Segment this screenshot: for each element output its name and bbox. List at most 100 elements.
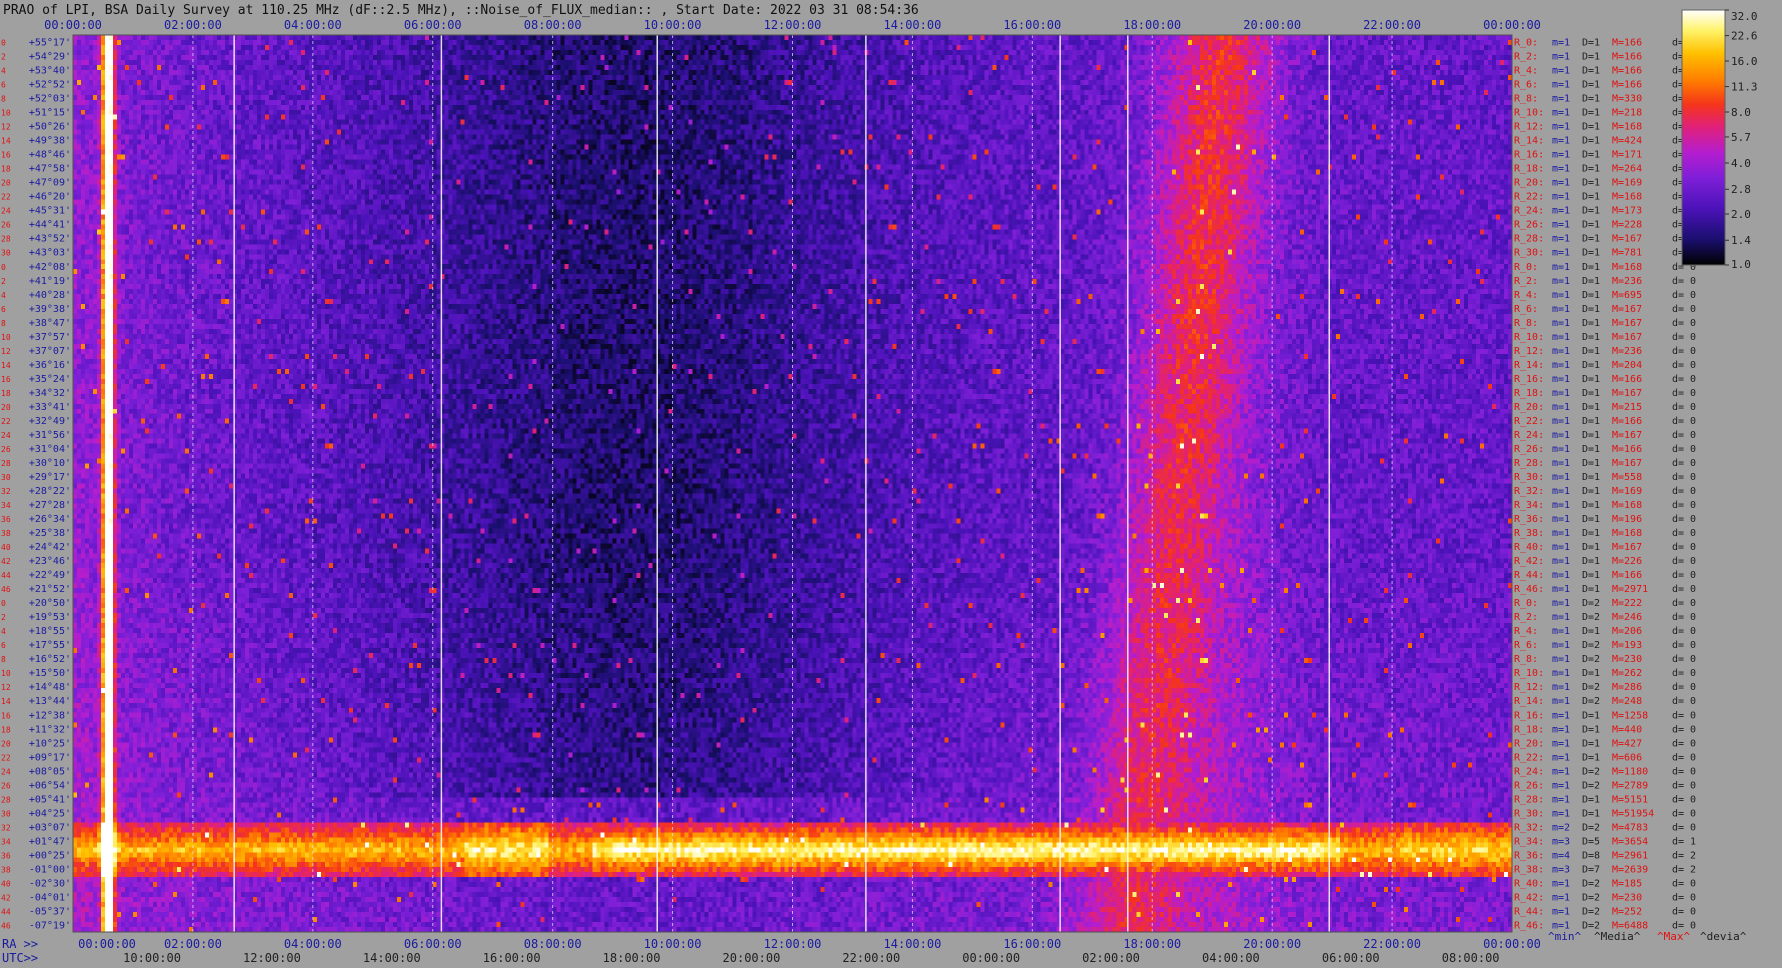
stats-legend: ^min^ ^Media^ ^Max^ ^devia^ bbox=[1548, 930, 1747, 943]
colorbar-tick-label: 11.3 bbox=[1731, 81, 1758, 94]
stat-min: m=1 bbox=[1552, 612, 1570, 623]
stat-min: m=1 bbox=[1552, 500, 1570, 511]
stat-median: D=1 bbox=[1582, 500, 1600, 511]
stat-devia: d= 0 bbox=[1672, 906, 1696, 917]
row-index-label: 6 bbox=[1, 81, 6, 90]
stat-max: M=1258 bbox=[1612, 710, 1648, 721]
declination-label: +32°49' bbox=[29, 416, 71, 427]
utc-tick-label: 20:00:00 bbox=[723, 951, 781, 965]
stat-row-id: R_34: bbox=[1514, 836, 1544, 847]
stat-min: m=1 bbox=[1552, 416, 1570, 427]
stat-devia: d= 0 bbox=[1672, 318, 1696, 329]
stat-row-id: R_10: bbox=[1514, 332, 1544, 343]
row-index-label: 34 bbox=[1, 837, 11, 846]
stat-row-id: R_20: bbox=[1514, 402, 1544, 413]
stat-row-id: R_44: bbox=[1514, 906, 1544, 917]
stat-min: m=1 bbox=[1552, 136, 1570, 147]
declination-label: +26°34' bbox=[29, 514, 71, 525]
stat-row-id: R_16: bbox=[1514, 150, 1544, 161]
stat-devia: d= 0 bbox=[1672, 458, 1696, 469]
stat-median: D=1 bbox=[1582, 290, 1600, 301]
chart-title: PRAO of LPI, BSA Daily Survey at 110.25 … bbox=[3, 3, 919, 18]
stat-max: M=166 bbox=[1612, 570, 1642, 581]
stat-devia: d= 0 bbox=[1672, 444, 1696, 455]
stat-max: M=167 bbox=[1612, 430, 1642, 441]
ra-tick-label: 06:00:00 bbox=[404, 937, 462, 951]
stat-median: D=2 bbox=[1582, 640, 1600, 651]
row-index-label: 42 bbox=[1, 893, 11, 902]
stat-min: m=1 bbox=[1552, 304, 1570, 315]
row-index-label: 34 bbox=[1, 501, 11, 510]
row-index-label: 38 bbox=[1, 529, 11, 538]
stat-max: M=2789 bbox=[1612, 780, 1648, 791]
top-tick-label: 00:00:00 bbox=[1483, 18, 1541, 32]
row-index-label: 24 bbox=[1, 767, 11, 776]
row-index-label: 26 bbox=[1, 445, 11, 454]
utc-tick-label: 16:00:00 bbox=[483, 951, 541, 965]
stat-max: M=427 bbox=[1612, 738, 1642, 749]
stat-min: m=1 bbox=[1552, 584, 1570, 595]
stat-median: D=1 bbox=[1582, 332, 1600, 343]
stat-median: D=1 bbox=[1582, 724, 1600, 735]
stat-min: m=1 bbox=[1552, 262, 1570, 273]
stat-min: m=1 bbox=[1552, 346, 1570, 357]
ra-axis-ticks: 00:00:00 02:00:00 04:00:00 06:00:00 08:00:00… bbox=[78, 937, 1541, 951]
row-index-label: 0 bbox=[1, 39, 6, 48]
stat-max: M=2639 bbox=[1612, 864, 1648, 875]
stat-min: m=1 bbox=[1552, 318, 1570, 329]
declination-label: +33°41' bbox=[29, 402, 71, 413]
stat-max: M=228 bbox=[1612, 220, 1642, 231]
stat-row-id: R_12: bbox=[1514, 682, 1544, 693]
stat-devia: d= 0 bbox=[1672, 766, 1696, 777]
stat-row-id: R_4: bbox=[1514, 626, 1538, 637]
stat-max: M=51954 bbox=[1612, 808, 1654, 819]
stat-row-id: R_46: bbox=[1514, 920, 1544, 931]
stat-row-id: R_40: bbox=[1514, 542, 1544, 553]
ra-tick-label: 20:00:00 bbox=[1243, 937, 1301, 951]
stat-median: D=1 bbox=[1582, 66, 1600, 77]
stat-max: M=2961 bbox=[1612, 850, 1648, 861]
stat-min: m=1 bbox=[1552, 654, 1570, 665]
stat-min: m=1 bbox=[1552, 906, 1570, 917]
declination-label: -07°19' bbox=[29, 920, 71, 931]
stat-median: D=1 bbox=[1582, 444, 1600, 455]
row-index-label: 36 bbox=[1, 515, 11, 524]
stat-median: D=1 bbox=[1582, 360, 1600, 371]
row-index-label: 12 bbox=[1, 123, 11, 132]
stat-row-id: R_20: bbox=[1514, 178, 1544, 189]
stat-devia: d= 0 bbox=[1672, 402, 1696, 413]
stat-median: D=2 bbox=[1582, 682, 1600, 693]
stat-median: D=1 bbox=[1582, 164, 1600, 175]
row-index-label: 28 bbox=[1, 235, 11, 244]
stat-devia: d= 0 bbox=[1672, 584, 1696, 595]
stat-devia: d= 0 bbox=[1672, 738, 1696, 749]
stat-median: D=1 bbox=[1582, 136, 1600, 147]
stat-row-id: R_24: bbox=[1514, 206, 1544, 217]
declination-label: +11°32' bbox=[29, 724, 71, 735]
stat-row-id: R_4: bbox=[1514, 66, 1538, 77]
stat-median: D=1 bbox=[1582, 528, 1600, 539]
declination-label: +14°48' bbox=[29, 682, 71, 693]
stat-median: D=2 bbox=[1582, 766, 1600, 777]
stat-max: M=262 bbox=[1612, 668, 1642, 679]
stat-min: m=1 bbox=[1552, 808, 1570, 819]
stat-min: m=1 bbox=[1552, 682, 1570, 693]
declination-label: +25°38' bbox=[29, 528, 71, 539]
stat-row-id: R_42: bbox=[1514, 556, 1544, 567]
row-index-label: 38 bbox=[1, 865, 11, 874]
stat-row-id: R_26: bbox=[1514, 220, 1544, 231]
stat-devia: d= 0 bbox=[1672, 486, 1696, 497]
stat-min: m=1 bbox=[1552, 290, 1570, 301]
row-index-label: 46 bbox=[1, 921, 11, 930]
stat-min: m=2 bbox=[1552, 822, 1570, 833]
stat-median: D=1 bbox=[1582, 808, 1600, 819]
stat-row-id: R_26: bbox=[1514, 444, 1544, 455]
row-index-label: 44 bbox=[1, 907, 11, 916]
stat-row-id: R_8: bbox=[1514, 654, 1538, 665]
stat-row-id: R_30: bbox=[1514, 472, 1544, 483]
stat-max: M=1180 bbox=[1612, 766, 1648, 777]
stat-max: M=167 bbox=[1612, 388, 1642, 399]
stat-max: M=168 bbox=[1612, 192, 1642, 203]
stat-median: D=2 bbox=[1582, 598, 1600, 609]
stat-min: m=1 bbox=[1552, 514, 1570, 525]
